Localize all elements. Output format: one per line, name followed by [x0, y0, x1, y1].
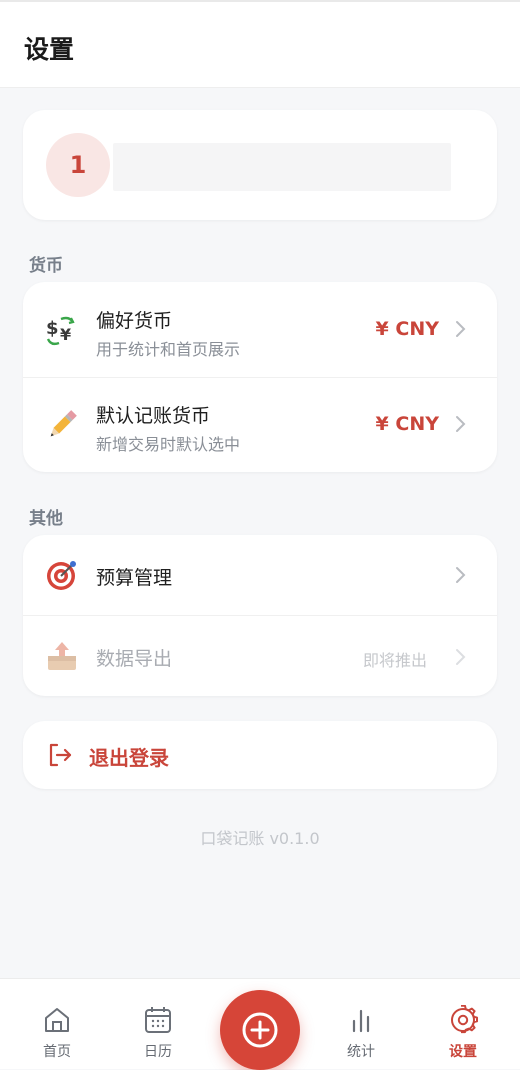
profile-card[interactable]: 1: [23, 110, 497, 220]
preferred-currency-row[interactable]: $ ¥ 偏好货币 用于统计和首页展示 ¥ CNY: [23, 282, 497, 377]
default-currency-row[interactable]: 默认记账货币 新增交易时默认选中 ¥ CNY: [23, 378, 497, 472]
gear-icon: [451, 1005, 478, 1034]
currency-exchange-icon: $ ¥: [45, 313, 79, 347]
tab-settings[interactable]: 设置: [413, 979, 513, 1069]
currency-settings-card: $ ¥ 偏好货币 用于统计和首页展示 ¥ CNY 默认记账货币 新增交易时默认选…: [23, 282, 497, 472]
tab-calendar[interactable]: 日历: [108, 979, 208, 1069]
add-transaction-button[interactable]: [220, 990, 300, 1070]
chevron-right-icon: [456, 321, 466, 337]
tab-home[interactable]: 首页: [7, 979, 107, 1069]
inbox-tray-icon: [45, 640, 79, 674]
budget-management-title: 预算管理: [96, 567, 173, 589]
tab-stats[interactable]: 统计: [311, 979, 411, 1069]
header-bar: 设置: [0, 0, 520, 88]
tab-calendar-label: 日历: [144, 1044, 172, 1060]
logout-button[interactable]: 退出登录: [23, 721, 497, 789]
page-title: 设置: [24, 35, 75, 64]
preferred-currency-value: ¥ CNY: [375, 318, 439, 340]
budget-management-row[interactable]: 预算管理: [23, 535, 497, 615]
bar-chart-icon: [352, 1009, 370, 1033]
app-version: 口袋记账 v0.1.0: [200, 829, 320, 848]
other-settings-card: 预算管理 数据导出 即将推出: [23, 535, 497, 696]
default-currency-title: 默认记账货币: [96, 405, 211, 427]
section-label-other: 其他: [29, 509, 63, 529]
section-label-currency: 货币: [29, 256, 63, 276]
avatar: 1: [46, 133, 110, 197]
logout-icon: [49, 743, 72, 767]
target-icon: [45, 558, 79, 592]
calendar-icon: [145, 1007, 171, 1033]
plus-circle-icon: [242, 1012, 278, 1048]
preferred-currency-subtitle: 用于统计和首页展示: [96, 340, 241, 359]
pencil-icon: [45, 408, 79, 442]
default-currency-value: ¥ CNY: [375, 413, 439, 435]
chevron-right-icon: [456, 567, 466, 583]
home-icon: [45, 1008, 69, 1032]
svg-text:$: $: [46, 318, 59, 339]
logout-label: 退出登录: [89, 746, 169, 770]
default-currency-subtitle: 新增交易时默认选中: [96, 435, 241, 454]
chevron-right-icon: [456, 416, 466, 432]
tab-settings-label: 设置: [449, 1044, 477, 1060]
data-export-title: 数据导出: [96, 648, 173, 670]
svg-text:¥: ¥: [60, 325, 71, 344]
coming-soon-badge: 即将推出: [362, 651, 427, 670]
tab-home-label: 首页: [43, 1044, 71, 1060]
tab-stats-label: 统计: [347, 1044, 375, 1060]
profile-name-placeholder: [113, 143, 451, 191]
chevron-right-icon: [456, 649, 466, 665]
data-export-row: 数据导出 即将推出: [23, 616, 497, 696]
preferred-currency-title: 偏好货币: [96, 310, 173, 332]
